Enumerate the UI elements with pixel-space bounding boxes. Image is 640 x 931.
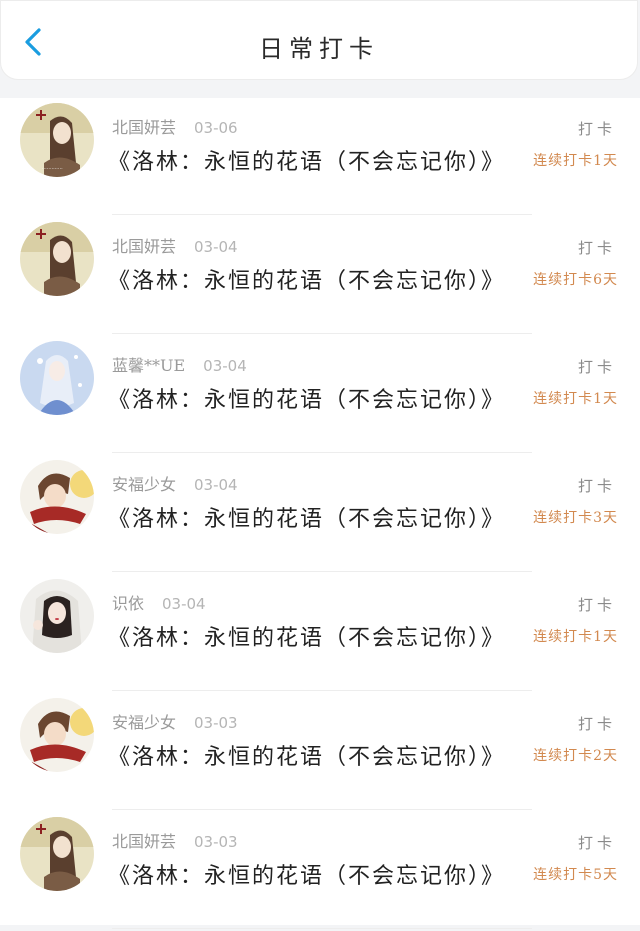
checkin-label: 打卡 [577,715,616,733]
streak-text: 连续打卡2天 [533,748,618,764]
checkin-date: 03-06 [194,119,238,137]
checkin-date: 03-04 [162,595,206,613]
page-title: 日常打卡 [259,35,379,63]
username[interactable]: 蓝馨**UE [112,356,185,375]
avatar[interactable]: ............. [20,103,94,177]
checkin-item[interactable]: 安福少女 03-03 《洛林：永恒的花语（不会忘记你）》 打卡 连续打卡2天 [0,693,640,812]
book-title[interactable]: 《洛林：永恒的花语（不会忘记你）》 [108,501,505,533]
checkin-item[interactable]: 北国妍芸 03-03 《洛林：永恒的花语（不会忘记你）》 打卡 连续打卡5天 [0,812,640,931]
book-title[interactable]: 《洛林：永恒的花语（不会忘记你）》 [108,858,505,890]
checkin-item[interactable]: ............. 北国妍芸 03-06 《洛林：永恒的花语（不会忘记你）… [0,98,640,217]
avatar[interactable] [20,817,94,891]
checkin-list: ............. 北国妍芸 03-06 《洛林：永恒的花语（不会忘记你）… [0,98,640,929]
checkin-label: 打卡 [577,834,616,852]
checkin-date: 03-04 [194,238,238,256]
avatar[interactable] [20,222,94,296]
book-title[interactable]: 《洛林：永恒的花语（不会忘记你）》 [108,739,505,771]
checkin-item[interactable]: 蓝馨**UE 03-04 《洛林：永恒的花语（不会忘记你）》 打卡 连续打卡1天 [0,336,640,455]
username[interactable]: 北国妍芸 [112,832,176,851]
divider [112,809,532,810]
divider [112,452,532,453]
streak-text: 连续打卡3天 [533,510,618,526]
checkin-label: 打卡 [577,477,616,495]
username[interactable]: 安福少女 [112,475,176,494]
divider [112,690,532,691]
avatar[interactable] [20,460,94,534]
username[interactable]: 识依 [112,594,144,613]
checkin-date: 03-04 [203,357,247,375]
book-title[interactable]: 《洛林：永恒的花语（不会忘记你）》 [108,263,505,295]
user-line: 安福少女 03-04 [112,471,238,495]
divider [112,928,532,929]
top-bar: 日常打卡 [0,0,638,80]
username[interactable]: 北国妍芸 [112,237,176,256]
user-line: 北国妍芸 03-04 [112,233,238,257]
book-title[interactable]: 《洛林：永恒的花语（不会忘记你）》 [108,144,505,176]
user-line: 识依 03-04 [112,590,206,614]
divider [112,333,532,334]
book-title[interactable]: 《洛林：永恒的花语（不会忘记你）》 [108,382,505,414]
checkin-date: 03-03 [194,714,238,732]
avatar[interactable] [20,698,94,772]
checkin-item[interactable]: 安福少女 03-04 《洛林：永恒的花语（不会忘记你）》 打卡 连续打卡3天 [0,455,640,574]
checkin-date: 03-04 [194,476,238,494]
checkin-label: 打卡 [577,358,616,376]
book-title[interactable]: 《洛林：永恒的花语（不会忘记你）》 [108,620,505,652]
streak-text: 连续打卡1天 [533,153,618,169]
checkin-item[interactable]: 北国妍芸 03-04 《洛林：永恒的花语（不会忘记你）》 打卡 连续打卡6天 [0,217,640,336]
checkin-label: 打卡 [577,120,616,138]
svg-text:.............: ............. [42,165,63,171]
checkin-date: 03-03 [194,833,238,851]
user-line: 北国妍芸 03-06 [112,114,238,138]
checkin-label: 打卡 [577,239,616,257]
avatar[interactable] [20,341,94,415]
divider [112,571,532,572]
username[interactable]: 安福少女 [112,713,176,732]
user-line: 北国妍芸 03-03 [112,828,238,852]
username[interactable]: 北国妍芸 [112,118,176,137]
streak-text: 连续打卡5天 [533,867,618,883]
divider [112,214,532,215]
checkin-label: 打卡 [577,596,616,614]
user-line: 蓝馨**UE 03-04 [112,352,247,376]
checkin-item[interactable]: 识依 03-04 《洛林：永恒的花语（不会忘记你）》 打卡 连续打卡1天 [0,574,640,693]
streak-text: 连续打卡1天 [533,629,618,645]
avatar[interactable] [20,579,94,653]
user-line: 安福少女 03-03 [112,709,238,733]
streak-text: 连续打卡6天 [533,272,618,288]
streak-text: 连续打卡1天 [533,391,618,407]
